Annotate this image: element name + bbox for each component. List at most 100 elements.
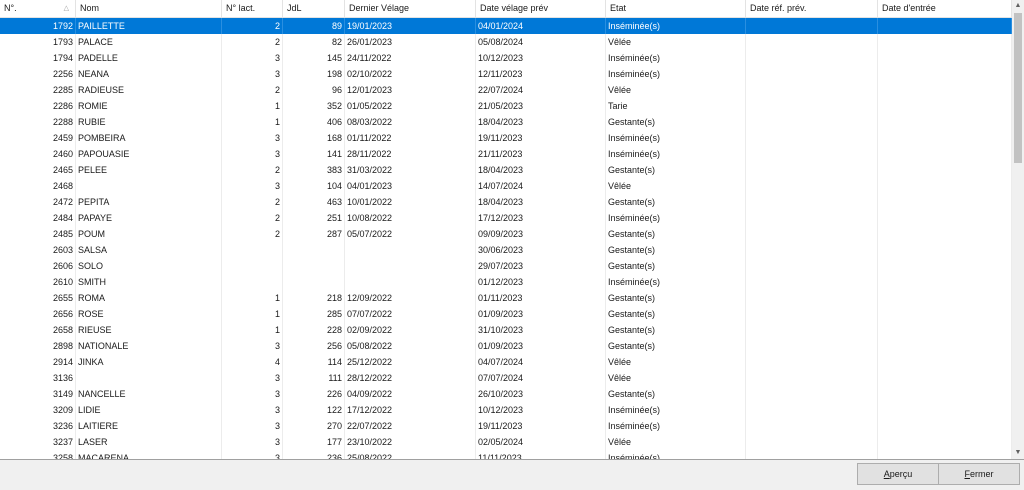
cell-name: PAPOUASIE <box>76 146 222 162</box>
table-row[interactable]: 2465 PELEE 2 383 31/03/2022 18/04/2023 Gestant… <box>0 162 1012 178</box>
cell-lactation: 1 <box>222 98 283 114</box>
table-row[interactable]: 2285 RADIEUSE 2 96 12/01/2023 22/07/2024 Vêlée <box>0 82 1012 98</box>
cell-state: Gestante(s) <box>606 258 746 274</box>
cell-entry-date <box>878 322 1012 338</box>
cell-jdl: 251 <box>283 210 345 226</box>
table-row[interactable]: 1793 PALACE 2 82 26/01/2023 05/08/2024 Vêlée <box>0 34 1012 50</box>
cell-name: NEANA <box>76 66 222 82</box>
cell-number: 2286 <box>0 98 76 114</box>
cell-jdl: 145 <box>283 50 345 66</box>
table-row[interactable]: 2485 POUM 2 287 05/07/2022 09/09/2023 Gestante… <box>0 226 1012 242</box>
table-row[interactable]: 2484 PAPAYE 2 251 10/08/2022 17/12/2023 Insémi… <box>0 210 1012 226</box>
table-row[interactable]: 2472 PEPITA 2 463 10/01/2022 18/04/2023 Gestan… <box>0 194 1012 210</box>
cell-lactation: 3 <box>222 418 283 434</box>
cell-jdl <box>283 274 345 290</box>
cell-last-calving: 28/12/2022 <box>345 370 476 386</box>
cell-ref-date <box>746 434 878 450</box>
cell-last-calving <box>345 242 476 258</box>
table-row[interactable]: 3209 LIDIE 3 122 17/12/2022 10/12/2023 Insémin… <box>0 402 1012 418</box>
table-row[interactable]: 2256 NEANA 3 198 02/10/2022 12/11/2023 Insémin… <box>0 66 1012 82</box>
cell-state: Inséminée(s) <box>606 402 746 418</box>
table-row[interactable]: 2603 SALSA 30/06/2023 Gestante(s) <box>0 242 1012 258</box>
table-row[interactable]: 3258 MACARENA 3 236 25/08/2022 11/11/2023 Insé… <box>0 450 1012 459</box>
cell-entry-date <box>878 354 1012 370</box>
cell-expected-calving: 04/01/2024 <box>476 18 606 34</box>
table-row[interactable]: 3149 NANCELLE 3 226 04/09/2022 26/10/2023 Gest… <box>0 386 1012 402</box>
table-row[interactable]: 2610 SMITH 01/12/2023 Inséminée(s) <box>0 274 1012 290</box>
cell-name: SMITH <box>76 274 222 290</box>
cell-jdl: 236 <box>283 450 345 459</box>
table-row[interactable]: 2656 ROSE 1 285 07/07/2022 01/09/2023 Gestante… <box>0 306 1012 322</box>
cell-last-calving: 08/03/2022 <box>345 114 476 130</box>
cell-number: 2256 <box>0 66 76 82</box>
close-button[interactable]: Fermer <box>938 463 1020 485</box>
cell-ref-date <box>746 178 878 194</box>
cell-last-calving: 28/11/2022 <box>345 146 476 162</box>
cell-number: 3237 <box>0 434 76 450</box>
cell-name: PEPITA <box>76 194 222 210</box>
cell-jdl: 270 <box>283 418 345 434</box>
cell-number: 1793 <box>0 34 76 50</box>
cell-number: 2658 <box>0 322 76 338</box>
scroll-down-icon[interactable]: ▼ <box>1012 447 1024 459</box>
column-header-name[interactable]: Nom <box>76 0 222 17</box>
table-row[interactable]: 2286 ROMIE 1 352 01/05/2022 21/05/2023 Tarie <box>0 98 1012 114</box>
cell-ref-date <box>746 274 878 290</box>
cell-state: Tarie <box>606 98 746 114</box>
column-header-expected-calving[interactable]: Date vélage prév <box>476 0 606 17</box>
preview-button[interactable]: Aperçu <box>857 463 939 485</box>
cell-ref-date <box>746 194 878 210</box>
column-header-lactation[interactable]: N° lact. <box>222 0 283 17</box>
table-row[interactable]: 2655 ROMA 1 218 12/09/2022 01/11/2023 Gestante… <box>0 290 1012 306</box>
scrollbar-thumb[interactable] <box>1014 13 1022 163</box>
column-header-ref-date[interactable]: Date réf. prév. <box>746 0 878 17</box>
cell-expected-calving: 01/09/2023 <box>476 338 606 354</box>
cell-last-calving: 05/08/2022 <box>345 338 476 354</box>
cell-lactation: 3 <box>222 130 283 146</box>
cell-lactation: 3 <box>222 386 283 402</box>
cell-lactation: 2 <box>222 162 283 178</box>
cell-lactation: 2 <box>222 34 283 50</box>
table-row[interactable]: 1794 PADELLE 3 145 24/11/2022 10/12/2023 Insém… <box>0 50 1012 66</box>
column-header-entry-date[interactable]: Date d'entrée <box>878 0 1012 17</box>
cell-entry-date <box>878 82 1012 98</box>
table-row[interactable]: 2288 RUBIE 1 406 08/03/2022 18/04/2023 Gestant… <box>0 114 1012 130</box>
cell-lactation: 3 <box>222 66 283 82</box>
table-row[interactable]: 1792 PAILLETTE 2 89 19/01/2023 04/01/2024 Insé… <box>0 18 1012 34</box>
cell-expected-calving: 07/07/2024 <box>476 370 606 386</box>
table-row[interactable]: 3236 LAITIERE 3 270 22/07/2022 19/11/2023 Insé… <box>0 418 1012 434</box>
cell-last-calving: 07/07/2022 <box>345 306 476 322</box>
cell-entry-date <box>878 178 1012 194</box>
table-row[interactable]: 2460 PAPOUASIE 3 141 28/11/2022 21/11/2023 Ins… <box>0 146 1012 162</box>
column-header-last-calving[interactable]: Dernier Vélage <box>345 0 476 17</box>
table-row[interactable]: 3136 3 111 28/12/2022 07/07/2024 Vêlée <box>0 370 1012 386</box>
column-header-number[interactable]: N°. △ <box>0 0 76 17</box>
column-header-state[interactable]: Etat <box>606 0 746 17</box>
cell-number: 3136 <box>0 370 76 386</box>
table-row[interactable]: 2468 3 104 04/01/2023 14/07/2024 Vêlée <box>0 178 1012 194</box>
grid-header: N°. △ Nom N° lact. JdL Dernier Vélage Dat… <box>0 0 1012 18</box>
scroll-up-icon[interactable]: ▲ <box>1012 0 1024 12</box>
cell-expected-calving: 09/09/2023 <box>476 226 606 242</box>
table-row[interactable]: 2658 RIEUSE 1 228 02/09/2022 31/10/2023 Gestan… <box>0 322 1012 338</box>
cell-jdl: 96 <box>283 82 345 98</box>
cow-list-grid[interactable]: N°. △ Nom N° lact. JdL Dernier Vélage Dat… <box>0 0 1024 460</box>
table-row[interactable]: 2914 JINKA 4 114 25/12/2022 04/07/2024 Vêlée <box>0 354 1012 370</box>
table-row[interactable]: 2898 NATIONALE 3 256 05/08/2022 01/09/2023 Ges… <box>0 338 1012 354</box>
cell-expected-calving: 19/11/2023 <box>476 130 606 146</box>
cell-expected-calving: 18/04/2023 <box>476 114 606 130</box>
cell-jdl <box>283 242 345 258</box>
table-row[interactable]: 2459 POMBEIRA 3 168 01/11/2022 19/11/2023 Insé… <box>0 130 1012 146</box>
cell-entry-date <box>878 386 1012 402</box>
cell-lactation: 1 <box>222 322 283 338</box>
table-row[interactable]: 2606 SOLO 29/07/2023 Gestante(s) <box>0 258 1012 274</box>
cell-expected-calving: 01/12/2023 <box>476 274 606 290</box>
cell-jdl <box>283 258 345 274</box>
cell-jdl: 256 <box>283 338 345 354</box>
table-row[interactable]: 3237 LASER 3 177 23/10/2022 02/05/2024 Vêlée <box>0 434 1012 450</box>
column-header-jdl[interactable]: JdL <box>283 0 345 17</box>
cell-entry-date <box>878 242 1012 258</box>
cell-number: 2460 <box>0 146 76 162</box>
vertical-scrollbar[interactable]: ▲ ▼ <box>1012 0 1024 459</box>
cell-number: 2468 <box>0 178 76 194</box>
